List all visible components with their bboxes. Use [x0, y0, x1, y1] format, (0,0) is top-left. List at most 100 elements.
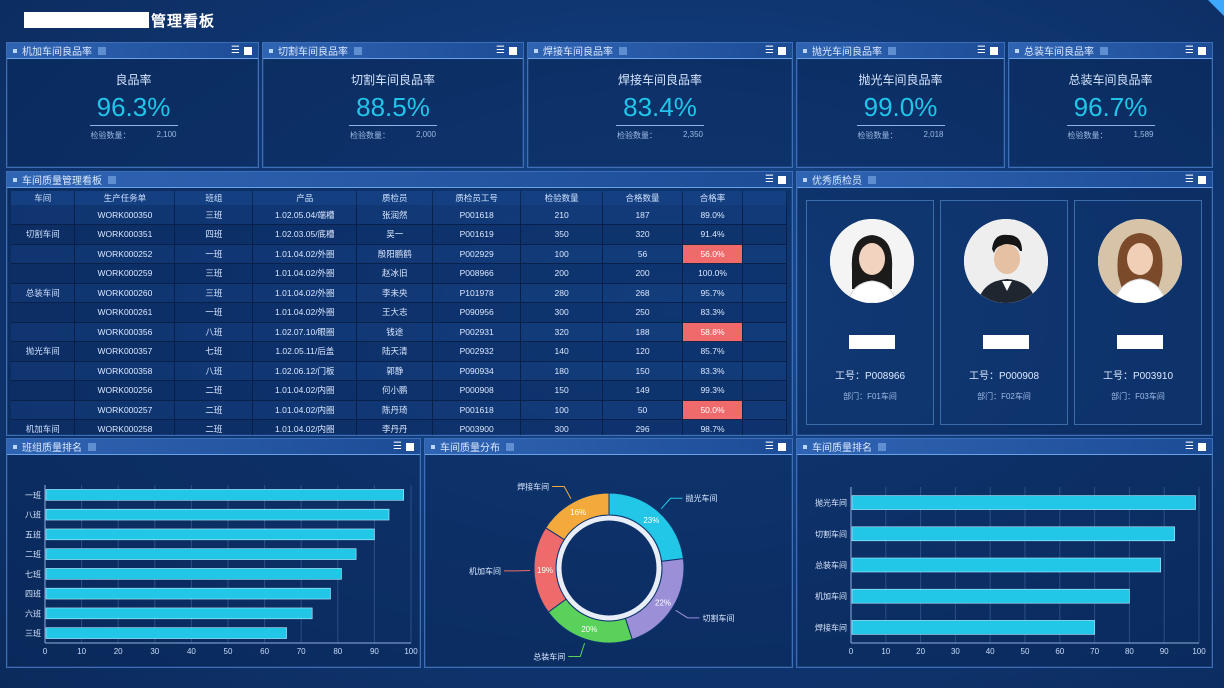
x-tick-label: 70 — [297, 647, 306, 656]
table-cell: 张润然 — [356, 205, 434, 225]
team-rank-panel: 班组质量排名 ☰ 0 10 20 30 40 50 60 70 80 90 100 一班 八班 五班 二班七… — [6, 438, 421, 668]
callout-line — [552, 486, 572, 500]
col-header: 车间 — [11, 191, 76, 205]
bar[interactable] — [45, 607, 313, 620]
table-cell: WORK000350 — [74, 205, 176, 225]
menu-icon[interactable]: ☰ — [1185, 441, 1194, 452]
inspector-card[interactable]: 工号：P003910 部门：F03车间 — [1074, 200, 1202, 425]
table-cell: 1.01.04.02/外圈 — [252, 302, 358, 323]
col-header-spacer — [742, 191, 787, 205]
inspector-card[interactable]: 工号：P000908 部门：F02车间 — [940, 200, 1068, 425]
maximize-icon[interactable] — [778, 442, 786, 451]
menu-icon[interactable]: ☰ — [496, 45, 505, 56]
maximize-icon[interactable] — [778, 175, 786, 184]
table-cell: 陈丹琦 — [356, 400, 434, 420]
bar[interactable] — [45, 568, 342, 580]
donut-slice[interactable] — [547, 598, 633, 644]
x-tick-label: 90 — [1160, 647, 1169, 656]
table-row[interactable]: WORK000350 三班 1.02.05.04/端槽 张润然 P001618 210 18… — [11, 205, 787, 225]
panel-tag-icon — [878, 442, 886, 451]
x-tick-label: 50 — [1021, 647, 1030, 656]
maximize-icon[interactable] — [990, 46, 998, 55]
col-header: 合格率 — [682, 191, 743, 205]
bar[interactable] — [45, 528, 375, 541]
donut-slice[interactable] — [608, 492, 684, 562]
table-row[interactable]: WORK000256 二班 1.01.04.02/内圈 何小鹏 P000908 150 14… — [11, 380, 787, 401]
bar[interactable] — [45, 489, 404, 501]
table-cell-spacer — [742, 341, 787, 362]
col-header: 产品 — [252, 191, 358, 205]
table-row[interactable]: WORK000261 一班 1.01.04.02/外圈 王大志 P090956 300 25… — [11, 302, 787, 323]
table-row[interactable]: WORK000358 八班 1.02.06.12/门板 郭静 P090934 180 150… — [11, 361, 787, 381]
bar[interactable] — [851, 526, 1175, 542]
table-row[interactable]: WORK000356 八班 1.02.07.10/眼圈 钱途 P002931 320 188… — [11, 322, 787, 342]
table-row[interactable]: 抛光车间 WORK000357 七班 1.02.05.11/后盖 陆天清 P002932 1… — [11, 341, 787, 362]
kpi-label: 抛光车间良品率 — [858, 73, 943, 87]
table-cell: P000908 — [432, 380, 522, 401]
bullet-icon — [803, 177, 807, 182]
bar[interactable] — [45, 508, 390, 521]
kpi-sub-value: 2,100 — [156, 130, 177, 139]
table-row[interactable]: WORK000259 三班 1.01.04.02/外圈 赵冰旧 P008966 200 20… — [11, 263, 787, 284]
bar[interactable] — [45, 587, 331, 600]
kpi-divider — [856, 125, 945, 126]
table-row[interactable]: WORK000257 二班 1.01.04.02/内圈 陈丹琦 P001618 100 50… — [11, 400, 787, 420]
bar[interactable] — [851, 557, 1162, 573]
y-category-label: 机加车间 — [815, 591, 847, 601]
table-cell: P101978 — [432, 283, 522, 303]
y-category-label: 一班 — [25, 490, 41, 500]
table-cell: 1.02.05.04/端槽 — [252, 205, 358, 225]
table-cell: P090934 — [432, 361, 522, 381]
menu-icon[interactable]: ☰ — [765, 174, 774, 185]
table-cell: WORK000261 — [74, 302, 176, 323]
table-cell: P002932 — [432, 341, 522, 362]
table-cell: 王大志 — [356, 302, 434, 323]
table-cell: 200 — [520, 263, 604, 284]
menu-icon[interactable]: ☰ — [765, 441, 774, 452]
maximize-icon[interactable] — [1198, 46, 1206, 55]
callout-line — [660, 497, 683, 510]
menu-icon[interactable]: ☰ — [231, 45, 240, 56]
maximize-icon[interactable] — [778, 46, 786, 55]
col-header: 质检员工号 — [432, 191, 522, 205]
table-cell: 1.01.04.02/外圈 — [252, 283, 358, 303]
panel-title: 班组质量排名 — [22, 443, 82, 454]
x-tick-label: 30 — [951, 647, 960, 656]
table-scroll[interactable]: 车间 生产任务单 班组 产品 质检员 质检员工号 检验数量 合格数量 合格率 W… — [11, 191, 787, 435]
bar[interactable] — [851, 495, 1196, 510]
menu-icon[interactable]: ☰ — [1185, 174, 1194, 185]
bar[interactable] — [45, 627, 287, 639]
table-row[interactable]: 总装车间 WORK000260 三班 1.01.04.02/外圈 李未央 P101978 2… — [11, 283, 787, 303]
workshop-cell — [11, 263, 76, 284]
panel-header: 优秀质检员 ☰ — [797, 172, 1212, 188]
menu-icon[interactable]: ☰ — [765, 45, 774, 56]
slice-value-label: 19% — [537, 566, 553, 575]
table-cell: 50 — [602, 400, 684, 420]
table-row[interactable]: WORK000252 一班 1.01.04.02/外圈 殷阳鹏鹤 P002929 100 5… — [11, 244, 787, 264]
panel-header: 抛光车间良品率 ☰ — [797, 43, 1004, 59]
table-cell: 98.7% — [682, 419, 743, 435]
table-row[interactable]: 切割车间 WORK000351 四班 1.02.03.05/底槽 吴一 P001619 35… — [11, 224, 787, 245]
table-cell: 100.0% — [682, 263, 743, 284]
kpi-sub-label: 检验数量： — [90, 131, 131, 140]
table-row[interactable]: 机加车间 WORK000258 二班 1.01.04.02/内圈 李丹丹 P003900 3… — [11, 419, 787, 435]
maximize-icon[interactable] — [244, 46, 252, 55]
kpi-value: 83.4% — [623, 92, 697, 122]
slice-category-label: 焊接车间 — [517, 482, 549, 492]
female-portrait-icon — [830, 219, 914, 303]
maximize-icon[interactable] — [1198, 175, 1206, 184]
menu-icon[interactable]: ☰ — [1185, 45, 1194, 56]
inspector-card[interactable]: 工号：P008966 部门：F01车间 — [806, 200, 934, 425]
table-cell: 58.8% — [682, 322, 743, 342]
maximize-icon[interactable] — [406, 442, 414, 451]
bar[interactable] — [851, 620, 1095, 635]
menu-icon[interactable]: ☰ — [393, 441, 402, 452]
bar[interactable] — [851, 588, 1130, 604]
maximize-icon[interactable] — [509, 46, 517, 55]
panel-header: 焊接车间良品率 ☰ — [528, 43, 792, 59]
maximize-icon[interactable] — [1198, 442, 1206, 451]
x-tick-label: 0 — [43, 647, 48, 656]
table-cell-spacer — [742, 263, 787, 284]
menu-icon[interactable]: ☰ — [977, 45, 986, 56]
bar[interactable] — [45, 548, 357, 560]
